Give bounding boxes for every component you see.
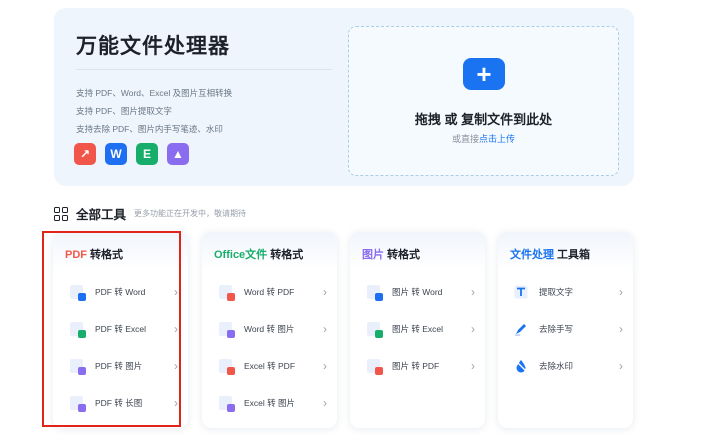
tool-label: 提取文字	[539, 287, 574, 297]
tool-remove-watermark[interactable]: 去除水印 ›	[498, 356, 633, 376]
tool-label: 去除水印	[539, 361, 574, 371]
chevron-right-icon: ›	[323, 359, 327, 373]
card-office-convert: Office文件 转格式 Word 转 PDF › Word 转 图片 › Ex…	[202, 232, 337, 428]
format-icons: ↗ W E ▲	[74, 143, 189, 165]
word-format-icon: W	[105, 143, 127, 165]
word-to-image-icon	[219, 322, 235, 338]
excel-format-icon: E	[136, 143, 158, 165]
tool-extract-text[interactable]: 提取文字 ›	[498, 282, 633, 302]
tool-word-to-pdf[interactable]: Word 转 PDF ›	[202, 282, 337, 302]
tool-word-to-image[interactable]: Word 转 图片 ›	[202, 319, 337, 339]
feature-text-remove: 支持去除 PDF、图片内手写笔迹、水印	[76, 124, 223, 134]
tool-remove-handwriting[interactable]: 去除手写 ›	[498, 319, 633, 339]
card-title-suffix: 工具箱	[554, 249, 591, 261]
tool-label: 去除手写	[539, 324, 574, 334]
chevron-right-icon: ›	[323, 285, 327, 299]
plus-icon[interactable]: +	[463, 58, 505, 90]
image-format-icon: ▲	[167, 143, 189, 165]
chevron-right-icon: ›	[619, 322, 623, 336]
pdf-format-icon: ↗	[74, 143, 96, 165]
chevron-right-icon: ›	[471, 285, 475, 299]
tool-label: Excel 转 图片	[244, 398, 296, 408]
click-upload-link[interactable]: 点击上传	[479, 134, 515, 144]
all-tools-note: 更多功能正在开发中，敬请期待	[134, 209, 247, 218]
upload-dropzone[interactable]: + 拖拽 或 复制文件到此处 或直接点击上传	[348, 26, 619, 176]
chevron-right-icon: ›	[323, 322, 327, 336]
tool-image-to-word[interactable]: 图片 转 Word ›	[350, 282, 485, 302]
dropzone-subtitle: 或直接点击上传	[349, 132, 618, 145]
card-title-highlight: 图片	[362, 249, 384, 261]
card-title: 图片 转格式	[350, 232, 485, 270]
card-file-toolbox: 文件处理 工具箱 提取文字 › 去除手写 › 去除水印 ›	[498, 232, 633, 428]
word-to-pdf-icon	[219, 285, 235, 301]
image-to-excel-icon	[367, 322, 383, 338]
grid-icon	[54, 206, 68, 221]
hero-panel: 万能文件处理器 支持 PDF、Word、Excel 及图片互相转换 支持 PDF…	[54, 8, 634, 186]
card-title: Office文件 转格式	[202, 232, 337, 270]
text-extract-icon	[514, 285, 528, 299]
image-to-word-icon	[367, 285, 383, 301]
tool-label: Excel 转 PDF	[244, 361, 296, 371]
dropzone-sub-prefix: 或直接	[451, 134, 479, 144]
all-tools-header: 全部工具 更多功能正在开发中，敬请期待	[54, 204, 246, 223]
tool-label: 图片 转 Excel	[392, 324, 444, 334]
tool-excel-to-image[interactable]: Excel 转 图片 ›	[202, 393, 337, 413]
tool-label: 图片 转 Word	[392, 287, 443, 297]
dropzone-title: 拖拽 或 复制文件到此处	[414, 112, 553, 127]
pen-icon	[515, 324, 526, 336]
feature-text-extract: 支持 PDF、图片提取文字	[76, 106, 172, 116]
excel-to-image-icon	[219, 396, 235, 412]
chevron-right-icon: ›	[471, 322, 475, 336]
app-title: 万能文件处理器	[76, 35, 230, 58]
tool-excel-to-pdf[interactable]: Excel 转 PDF ›	[202, 356, 337, 376]
chevron-right-icon: ›	[323, 396, 327, 410]
excel-to-pdf-icon	[219, 359, 235, 375]
all-tools-label: 全部工具	[76, 208, 127, 222]
chevron-right-icon: ›	[471, 359, 475, 373]
card-title: 文件处理 工具箱	[498, 232, 633, 270]
card-title-suffix: 转格式	[267, 249, 304, 261]
chevron-right-icon: ›	[619, 359, 623, 373]
tool-label: Word 转 图片	[244, 324, 295, 334]
chevron-right-icon: ›	[619, 285, 623, 299]
water-drop-icon	[515, 360, 527, 373]
selection-highlight-box	[42, 231, 181, 427]
feature-text-convert: 支持 PDF、Word、Excel 及图片互相转换	[76, 88, 233, 98]
tool-label: Word 转 PDF	[244, 287, 295, 297]
tool-image-to-excel[interactable]: 图片 转 Excel ›	[350, 319, 485, 339]
image-to-pdf-icon	[367, 359, 383, 375]
card-title-highlight: 文件处理	[510, 249, 554, 261]
card-title-suffix: 转格式	[384, 249, 421, 261]
tool-label: 图片 转 PDF	[392, 361, 440, 371]
card-title-highlight: Office文件	[214, 249, 268, 261]
hero-divider	[76, 69, 332, 70]
tool-image-to-pdf[interactable]: 图片 转 PDF ›	[350, 356, 485, 376]
card-image-convert: 图片 转格式 图片 转 Word › 图片 转 Excel › 图片 转 PDF…	[350, 232, 485, 428]
